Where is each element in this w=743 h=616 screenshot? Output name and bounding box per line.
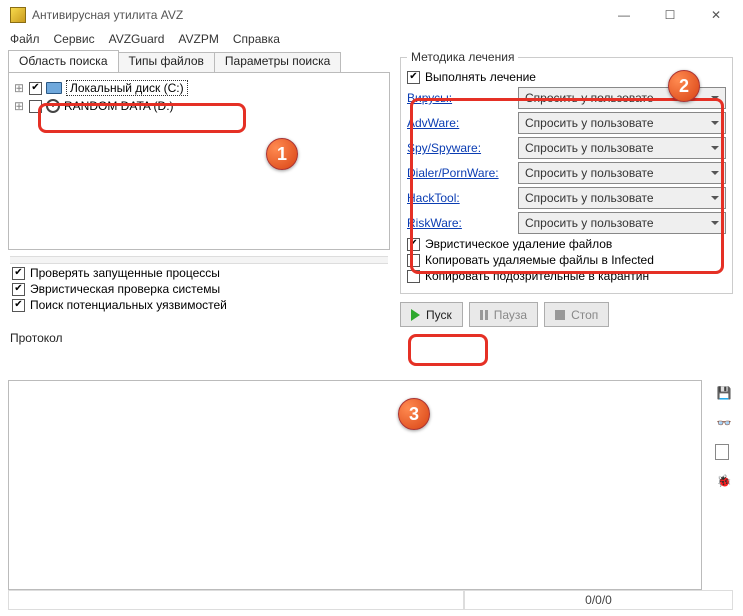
protocol-label: Протокол [10,331,743,345]
action-buttons: Пуск Пауза Стоп [400,302,733,327]
menu-service[interactable]: Сервис [54,32,95,46]
label-disk-c: Локальный диск (C:) [66,80,188,96]
link-adware[interactable]: AdvWare: [407,116,512,130]
check-vulnerabilities[interactable]: Поиск потенциальных уязвимостей [12,298,390,312]
checkbox-icon [407,254,420,267]
disk-icon [46,82,62,94]
check-heuristic-system[interactable]: Эвристическая проверка системы [12,282,390,296]
check-heuristic-delete[interactable]: Эвристическое удаление файлов [407,237,726,251]
checkbox-icon [12,283,25,296]
tab-search-params[interactable]: Параметры поиска [214,52,341,74]
checkbox-icon [12,299,25,312]
link-viruses[interactable]: Вирусы: [407,91,512,105]
menu-avzguard[interactable]: AVZGuard [109,32,165,46]
combo-spyware[interactable]: Спросить у пользовате [518,137,726,159]
menu-file[interactable]: Файл [10,32,40,46]
check-processes[interactable]: Проверять запущенные процессы [12,266,390,280]
pause-icon [480,310,488,320]
checkbox-cdrom[interactable] [29,100,42,113]
maximize-button[interactable]: ☐ [647,1,693,29]
left-tabs: Область поиска Типы файлов Параметры пои… [8,50,390,72]
stop-button[interactable]: Стоп [544,302,609,327]
close-button[interactable]: ✕ [693,1,739,29]
checkbox-disk-c[interactable] [29,82,42,95]
titlebar: Антивирусная утилита AVZ — ☐ ✕ [0,0,743,30]
label-cdrom: RANDOM DATA (D:) [64,99,174,113]
check-copy-quarantine[interactable]: Копировать подозрительные в карантин [407,269,726,283]
link-spyware[interactable]: Spy/Spyware: [407,141,512,155]
statusbar: 0/0/0 [8,590,733,610]
tree-expand-icon[interactable]: ⊞ [13,99,25,113]
menu-avzpm[interactable]: AVZPM [178,32,218,46]
badge-3: 3 [398,398,430,430]
checkbox-icon [407,270,420,283]
glasses-icon[interactable]: 👓 [715,414,733,432]
checkbox-icon [407,71,420,84]
checkbox-icon [12,267,25,280]
pause-button[interactable]: Пауза [469,302,538,327]
combo-dialer[interactable]: Спросить у пользовате [518,162,726,184]
treatment-legend: Методика лечения [407,50,518,64]
menubar: Файл Сервис AVZGuard AVZPM Справка [0,30,743,50]
document-icon[interactable] [715,444,729,460]
link-dialer[interactable]: Dialer/PornWare: [407,166,512,180]
checkbox-icon [407,238,420,251]
protocol-textarea[interactable] [8,380,702,590]
check-copy-infected[interactable]: Копировать удаляемые файлы в Infected [407,253,726,267]
bug-icon[interactable]: 🐞 [715,472,733,490]
window-title: Антивирусная утилита AVZ [32,8,601,22]
progress-cell [8,591,464,610]
combo-hacktool[interactable]: Спросить у пользовате [518,187,726,209]
badge-1: 1 [266,138,298,170]
app-icon [10,7,26,23]
drive-tree[interactable]: ⊞ Локальный диск (C:) ⊞ RANDOM DATA (D:) [8,72,390,250]
splitter[interactable] [10,256,388,264]
status-counts: 0/0/0 [464,591,733,610]
tree-expand-icon[interactable]: ⊞ [13,81,25,95]
minimize-button[interactable]: — [601,1,647,29]
link-hacktool[interactable]: HackTool: [407,191,512,205]
start-button[interactable]: Пуск [400,302,463,327]
tab-search-area[interactable]: Область поиска [8,50,119,72]
play-icon [411,309,420,321]
cdrom-icon [46,99,60,113]
tab-file-types[interactable]: Типы файлов [118,52,215,74]
combo-adware[interactable]: Спросить у пользовате [518,112,726,134]
tree-row-cdrom[interactable]: ⊞ RANDOM DATA (D:) [13,97,385,115]
link-riskware[interactable]: RiskWare: [407,216,512,230]
menu-help[interactable]: Справка [233,32,280,46]
tree-row-disk-c[interactable]: ⊞ Локальный диск (C:) [13,79,385,97]
combo-riskware[interactable]: Спросить у пользовате [518,212,726,234]
save-icon[interactable]: 💾 [715,384,733,402]
badge-2: 2 [668,70,700,102]
stop-icon [555,310,565,320]
side-toolbar: 💾 👓 🐞 [715,384,733,490]
